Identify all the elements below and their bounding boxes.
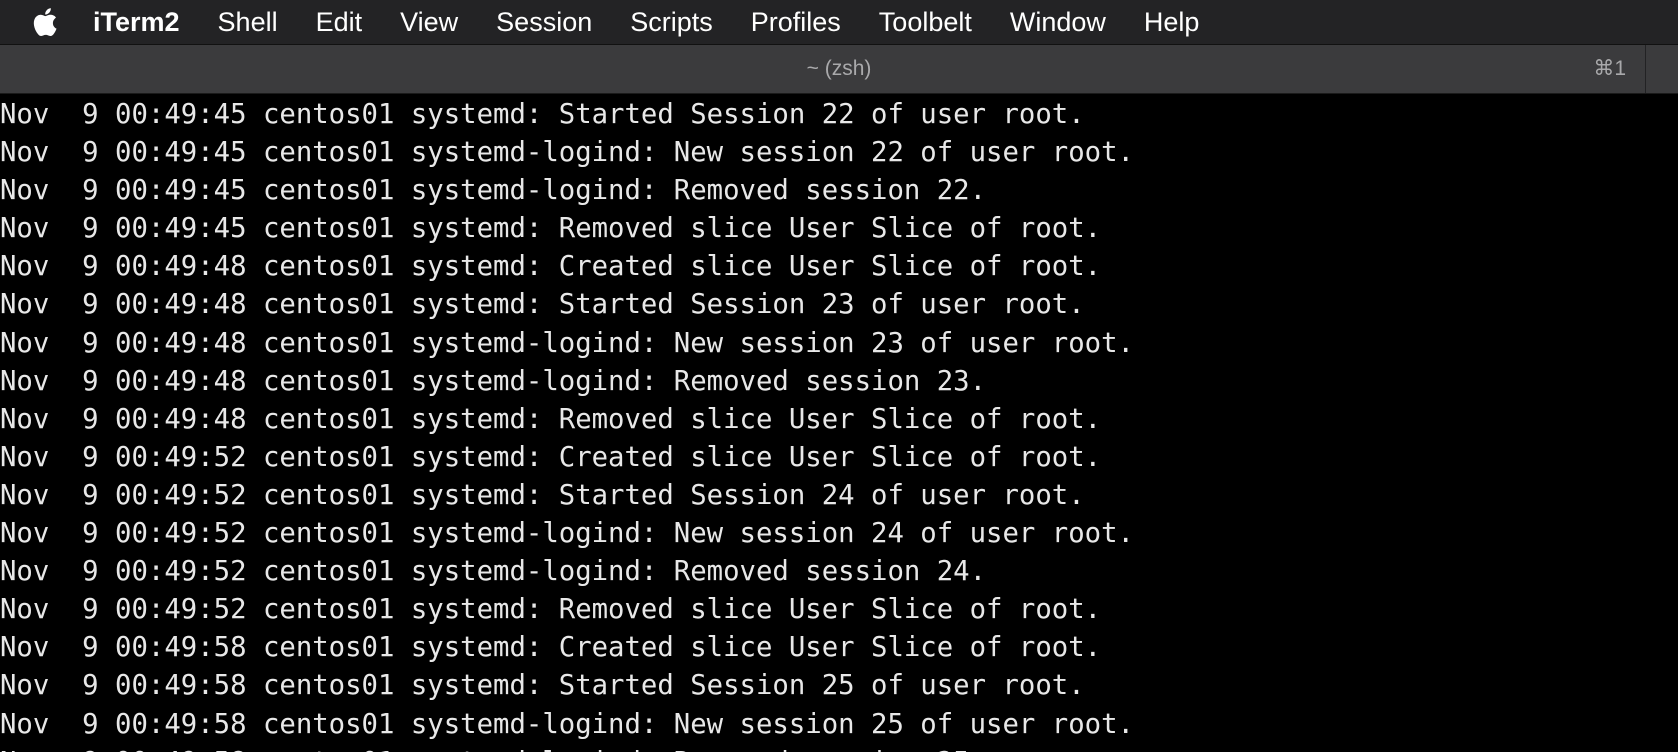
apple-logo-icon-glyph	[33, 8, 57, 37]
terminal-line: Nov 9 00:49:52 centos01 systemd-logind: …	[0, 556, 987, 588]
terminal-line: Nov 9 00:49:45 centos01 systemd: Removed…	[0, 213, 1102, 245]
terminal-line: Nov 9 00:49:48 centos01 systemd-logind: …	[0, 327, 1134, 359]
menu-toolbelt[interactable]: Toolbelt	[860, 0, 991, 44]
menu-window[interactable]: Window	[991, 0, 1125, 44]
tab-shortcut: ⌘1	[1593, 57, 1626, 80]
menu-bar: iTerm2 Shell Edit View Session Scripts P…	[0, 0, 1678, 44]
menu-shell[interactable]: Shell	[199, 0, 297, 44]
terminal-line: Nov 9 00:49:48 centos01 systemd: Started…	[0, 289, 1085, 321]
terminal-line: Nov 9 00:49:58 centos01 systemd-logind: …	[0, 708, 1134, 740]
terminal-line: Nov 9 00:49:45 centos01 systemd-logind: …	[0, 175, 987, 207]
terminal-line: Nov 9 00:49:48 centos01 systemd-logind: …	[0, 365, 987, 397]
terminal-line: Nov 9 00:49:45 centos01 systemd-logind: …	[0, 137, 1134, 169]
terminal-line: Nov 9 00:49:52 centos01 systemd: Started…	[0, 479, 1085, 511]
menu-help[interactable]: Help	[1125, 0, 1219, 44]
terminal-line: Nov 9 00:49:52 centos01 systemd-logind: …	[0, 518, 1134, 550]
menu-scripts[interactable]: Scripts	[611, 0, 732, 44]
terminal-line: Nov 9 00:49:58 centos01 systemd-logind: …	[0, 744, 1678, 752]
terminal-line: Nov 9 00:49:58 centos01 systemd: Started…	[0, 670, 1085, 702]
terminal-line: Nov 9 00:49:45 centos01 systemd: Started…	[0, 99, 1085, 130]
menu-app-name[interactable]: iTerm2	[83, 0, 199, 44]
apple-logo-icon[interactable]	[27, 5, 61, 39]
terminal-line: Nov 9 00:49:52 centos01 systemd: Created…	[0, 441, 1102, 473]
tab-title[interactable]: ~ (zsh)	[0, 45, 1678, 93]
menu-edit[interactable]: Edit	[297, 0, 382, 44]
terminal-line: Nov 9 00:49:52 centos01 systemd: Removed…	[0, 594, 1102, 626]
tab-divider	[1645, 45, 1646, 93]
tab-bar[interactable]: ~ (zsh) ⌘1	[0, 44, 1678, 94]
terminal-line: Nov 9 00:49:48 centos01 systemd: Removed…	[0, 403, 1102, 435]
menu-view[interactable]: View	[381, 0, 477, 44]
menu-profiles[interactable]: Profiles	[732, 0, 860, 44]
terminal-line: Nov 9 00:49:48 centos01 systemd: Created…	[0, 251, 1102, 283]
terminal-output[interactable]: Nov 9 00:49:45 centos01 systemd: Started…	[0, 94, 1678, 752]
menu-session[interactable]: Session	[477, 0, 611, 44]
terminal-line: Nov 9 00:49:58 centos01 systemd: Created…	[0, 632, 1102, 664]
